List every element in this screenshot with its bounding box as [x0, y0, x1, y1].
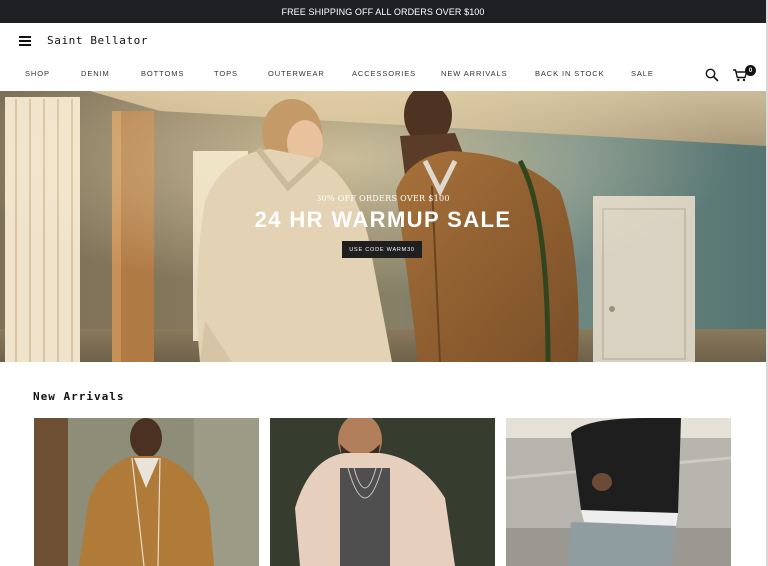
nav-accessories[interactable]: ACCESSORIES [352, 69, 416, 78]
nav-bottoms[interactable]: BOTTOMS [141, 69, 184, 78]
main-nav: SHOP DENIM BOTTOMS TOPS OUTERWEAR ACCESS… [0, 69, 680, 81]
nav-back-in-stock[interactable]: BACK IN STOCK [535, 69, 605, 78]
brand-logo[interactable]: Saint Bellator [47, 34, 148, 47]
product-image [270, 418, 495, 566]
promo-text: FREE SHIPPING OFF ALL ORDERS OVER $100 [281, 6, 485, 17]
nav-shop[interactable]: SHOP [25, 69, 50, 78]
product-card[interactable] [506, 418, 731, 566]
product-card[interactable] [270, 418, 495, 566]
promo-bar: FREE SHIPPING OFF ALL ORDERS OVER $100 [0, 0, 766, 23]
nav-outerwear[interactable]: OUTERWEAR [268, 69, 325, 78]
product-image [34, 418, 259, 566]
search-icon[interactable] [705, 68, 719, 82]
nav-denim[interactable]: DENIM [81, 69, 110, 78]
hamburger-icon[interactable] [19, 36, 31, 46]
product-card[interactable] [34, 418, 259, 566]
site-header: Saint Bellator SHOP DENIM BOTTOMS TOPS O… [0, 23, 766, 91]
hero-banner[interactable]: 30% OFF ORDERS OVER $100 24 HR WARMUP SA… [0, 91, 766, 362]
hero-title: 24 HR WARMUP SALE [254, 207, 512, 232]
cart-count-badge: 0 [745, 65, 756, 76]
nav-tops[interactable]: TOPS [214, 69, 238, 78]
section-title-new-arrivals: New Arrivals [33, 390, 125, 403]
hero-subtitle: 30% OFF ORDERS OVER $100 [316, 194, 450, 203]
promo-code-button[interactable]: USE CODE WARM30 [342, 241, 422, 258]
nav-new-arrivals[interactable]: NEW ARRIVALS [441, 69, 508, 78]
product-image [506, 418, 731, 566]
nav-sale[interactable]: SALE [631, 69, 654, 78]
